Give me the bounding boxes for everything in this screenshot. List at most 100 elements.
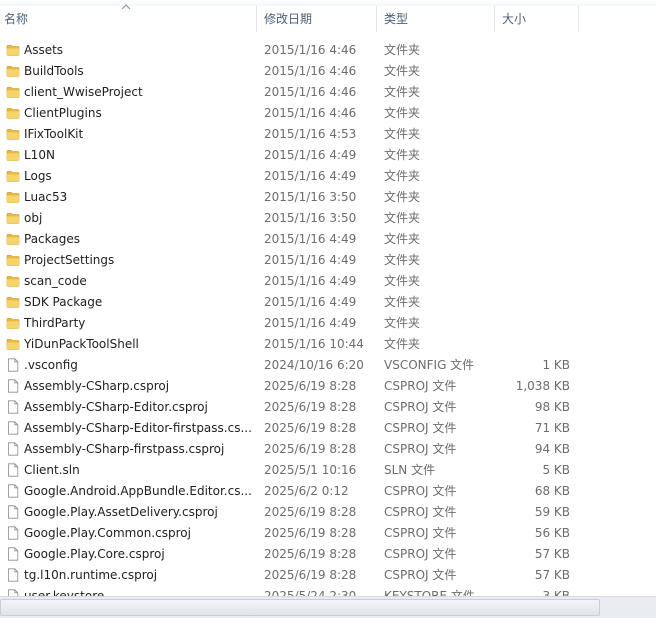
file-row[interactable]: Client.sln 2025/5/1 10:16 SLN 文件 5 KB [0, 460, 656, 481]
file-size: 68 KB [534, 484, 570, 498]
file-icon [6, 379, 20, 393]
file-type: 文件夹 [384, 85, 421, 99]
folder-icon [6, 106, 20, 120]
column-divider[interactable] [256, 6, 257, 32]
file-icon [6, 358, 20, 372]
file-row[interactable]: Assembly-CSharp-Editor-firstpass.cs... 20… [0, 418, 656, 439]
folder-icon [6, 169, 20, 183]
column-header-type[interactable]: 类型 [380, 6, 494, 32]
file-row[interactable]: Google.Play.Core.csproj 2025/6/19 8:28 CSP… [0, 544, 656, 565]
file-type: 文件夹 [384, 169, 421, 183]
file-date: 2025/6/19 8:28 [264, 505, 357, 519]
file-row[interactable]: Google.Play.Common.csproj 2025/6/19 8:28 C… [0, 523, 656, 544]
column-header-size[interactable]: 大小 [498, 6, 578, 32]
file-row[interactable]: ProjectSettings 2015/1/16 4:49 文件夹 [0, 250, 656, 271]
file-size [496, 168, 570, 185]
file-row[interactable]: Logs 2015/1/16 4:49 文件夹 [0, 166, 656, 187]
file-row[interactable]: IFixToolKit 2015/1/16 4:53 文件夹 [0, 124, 656, 145]
file-date: 2015/1/16 4:49 [264, 274, 357, 288]
file-type: CSPROJ 文件 [384, 568, 457, 582]
file-date: 2015/1/16 4:46 [264, 43, 357, 57]
file-type: 文件夹 [384, 127, 421, 141]
file-name: Client.sln [24, 463, 80, 477]
file-type: CSPROJ 文件 [384, 379, 457, 393]
column-divider[interactable] [376, 6, 377, 32]
file-row[interactable]: Google.Play.AssetDelivery.csproj 2025/6/1… [0, 502, 656, 523]
scrollbar-thumb[interactable] [0, 599, 600, 616]
file-type: 文件夹 [384, 64, 421, 78]
file-row[interactable]: Assembly-CSharp-firstpass.csproj 2025/6/1… [0, 439, 656, 460]
file-row[interactable]: Luac53 2015/1/16 3:50 文件夹 [0, 187, 656, 208]
file-name: L10N [24, 148, 55, 162]
file-date: 2025/6/19 8:28 [264, 400, 357, 414]
file-icon [6, 484, 20, 498]
folder-icon [6, 190, 20, 204]
file-date: 2015/1/16 4:49 [264, 169, 357, 183]
column-header-name[interactable]: 名称 [0, 6, 256, 32]
file-row[interactable]: Assembly-CSharp-Editor.csproj 2025/6/19 8… [0, 397, 656, 418]
file-date: 2015/1/16 4:49 [264, 148, 357, 162]
file-row[interactable]: client_WwiseProject 2015/1/16 4:46 文件夹 [0, 82, 656, 103]
column-divider[interactable] [494, 6, 495, 32]
file-row[interactable]: tg.l10n.runtime.csproj 2025/6/19 8:28 CSPR… [0, 565, 656, 586]
file-row[interactable]: SDK Package 2015/1/16 4:49 文件夹 [0, 292, 656, 313]
column-header-date[interactable]: 修改日期 [260, 6, 376, 32]
file-type: 文件夹 [384, 337, 421, 351]
file-row[interactable]: BuildTools 2015/1/16 4:46 文件夹 [0, 61, 656, 82]
folder-icon [6, 211, 20, 225]
file-row[interactable]: L10N 2015/1/16 4:49 文件夹 [0, 145, 656, 166]
file-type: CSPROJ 文件 [384, 547, 457, 561]
file-size [496, 105, 570, 122]
file-date: 2025/6/19 8:28 [264, 526, 357, 540]
file-type: CSPROJ 文件 [384, 484, 457, 498]
column-header-bar: 名称 修改日期 类型 大小 [0, 0, 656, 32]
file-type: CSPROJ 文件 [384, 526, 457, 540]
file-type: CSPROJ 文件 [384, 442, 457, 456]
file-size [496, 189, 570, 206]
file-row[interactable]: Packages 2015/1/16 4:49 文件夹 [0, 229, 656, 250]
file-size [496, 147, 570, 164]
file-name: IFixToolKit [24, 127, 84, 141]
file-size: 94 KB [534, 442, 570, 456]
file-type: 文件夹 [384, 316, 421, 330]
file-type: 文件夹 [384, 190, 421, 204]
folder-icon [6, 253, 20, 267]
file-name: scan_code [24, 274, 87, 288]
file-row[interactable]: .vsconfig 2024/10/16 6:20 VSCONFIG 文件 1 KB [0, 355, 656, 376]
file-row[interactable]: scan_code 2015/1/16 4:49 文件夹 [0, 271, 656, 292]
file-row[interactable]: obj 2015/1/16 3:50 文件夹 [0, 208, 656, 229]
horizontal-scrollbar[interactable] [0, 596, 656, 618]
file-size: 71 KB [534, 421, 570, 435]
file-row[interactable]: ClientPlugins 2015/1/16 4:46 文件夹 [0, 103, 656, 124]
file-type: KEYSTORE 文件 [384, 589, 475, 596]
file-row[interactable]: ThirdParty 2015/1/16 4:49 文件夹 [0, 313, 656, 334]
file-date: 2025/5/1 10:16 [264, 463, 357, 477]
file-row[interactable]: Assets 2015/1/16 4:46 文件夹 [0, 40, 656, 61]
file-date: 2015/1/16 4:46 [264, 106, 357, 120]
file-date: 2015/1/16 4:49 [264, 316, 357, 330]
file-size: 98 KB [534, 400, 570, 414]
file-icon [6, 526, 20, 540]
file-size [496, 315, 570, 332]
file-date: 2025/5/24 2:30 [264, 589, 357, 596]
file-type: 文件夹 [384, 148, 421, 162]
file-row[interactable]: Google.Android.AppBundle.Editor.cs... 202… [0, 481, 656, 502]
file-date: 2015/1/16 4:53 [264, 127, 357, 141]
file-size [496, 336, 570, 353]
file-row[interactable]: Assembly-CSharp.csproj 2025/6/19 8:28 CSPR… [0, 376, 656, 397]
column-divider[interactable] [578, 6, 579, 32]
file-name: Assembly-CSharp.csproj [24, 379, 170, 393]
folder-icon [6, 295, 20, 309]
file-size [496, 84, 570, 101]
file-row[interactable]: user.keystore 2025/5/24 2:30 KEYSTORE 文件 3 … [0, 586, 656, 596]
file-date: 2015/1/16 3:50 [264, 190, 357, 204]
file-date: 2015/1/16 10:44 [264, 337, 364, 351]
file-type: 文件夹 [384, 295, 421, 309]
file-name: Assets [24, 43, 64, 57]
file-row[interactable]: YiDunPackToolShell 2015/1/16 10:44 文件夹 [0, 334, 656, 355]
file-name: Assembly-CSharp-Editor-firstpass.cs... [24, 421, 252, 435]
folder-icon [6, 64, 20, 78]
file-name: YiDunPackToolShell [24, 337, 139, 351]
file-date: 2015/1/16 3:50 [264, 211, 357, 225]
folder-icon [6, 127, 20, 141]
